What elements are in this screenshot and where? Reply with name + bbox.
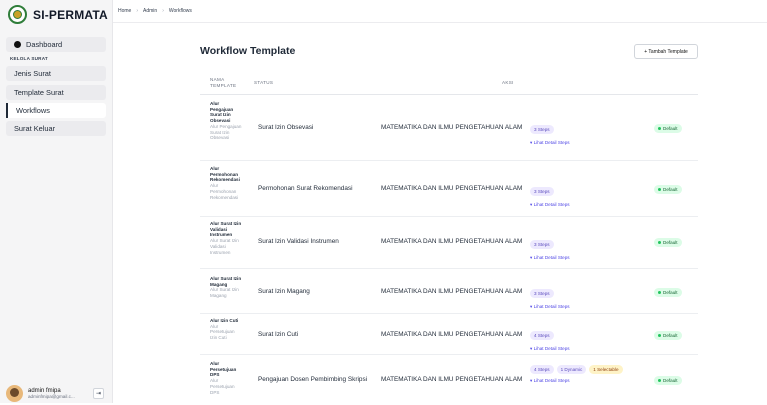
sidebar-item-label: Template Surat [14,88,64,97]
avatar [6,385,23,402]
sidebar-item-template-surat[interactable]: Template Surat [6,85,106,100]
sidebar-item-label: Surat Keluar [14,124,56,133]
breadcrumb-workflows: Workflows [168,8,192,14]
fakultas: MATEMATIKA DAN ILMU PENGETAHUAN ALAM [381,288,523,295]
dashboard-icon [14,41,21,48]
template-title: Alur Persetujuan DPS [210,361,237,378]
view-steps-link[interactable]: ▾ Lihat Detail Steps [530,304,570,310]
steps-cell: 3 Steps ▾ Lihat Detail Steps [530,282,570,310]
template-subtitle: Alur Permohonan Rekomendasi [210,183,239,200]
page-title: Workflow Template [200,45,296,57]
steps-badge: 3 Steps [530,125,554,134]
jenis-surat: Surat Izin Cuti [258,331,299,338]
template-title: Alur Surat Izin Validasi Instrumen [210,221,242,238]
sidebar-item-dashboard[interactable]: Dashboard [6,37,106,52]
status-badge: Default [654,124,682,133]
view-steps-link[interactable]: ▾ Lihat Detail Steps [530,140,570,146]
status-badge: Default [654,288,682,297]
user-profile[interactable]: admin fmipa adminfmipa@gmail.c... ⇥ [6,385,106,402]
template-subtitle: Alur Surat Izin Validasi Instrumen [210,238,239,255]
steps-badge: 3 Steps [530,187,554,196]
logo [8,5,27,24]
sidebar-item-label: Jenis Surat [14,69,51,78]
view-steps-link[interactable]: ▾ Lihat Detail Steps [530,346,570,352]
template-subtitle: Alur Pengajuan Surat Izin Obsevasi [210,123,242,141]
sidebar-item-label: Dashboard [26,40,63,49]
steps-badge: 3 Steps [530,240,554,249]
header-aksi: AKSI [502,80,514,85]
steps-cell: 3 Steps ▾ Lihat Detail Steps [530,233,570,261]
jenis-surat: Surat Izin Validasi Instrumen [258,238,339,245]
steps-badge: 3 Steps [530,289,554,298]
template-subtitle: Alur Surat Izin Magang [210,287,239,299]
workflow-table: NAMA TEMPLATE STATUS AKSI Alur Pengajuan… [200,71,698,405]
header-nama-template: NAMA TEMPLATE [210,77,237,88]
template-title: Alur Surat Izin Magang [210,276,242,287]
status-badge: Default [654,376,682,385]
brand[interactable]: SI-PERMATA [8,5,108,24]
section-label: KELOLA SURAT [10,56,48,61]
brand-name: SI-PERMATA [33,7,108,22]
steps-badge: 4 Steps [530,365,554,374]
template-title: Alur Pengajuan Surat Izin Obsevasi [210,101,234,124]
fakultas: MATEMATIKA DAN ILMU PENGETAHUAN ALAM [381,124,523,131]
table-row: Alur Surat Izin Magang Alur Surat Izin Ma… [200,269,698,314]
chevron-right-icon: › [162,8,164,14]
fakultas: MATEMATIKA DAN ILMU PENGETAHUAN ALAM [381,238,523,245]
status-badge: Default [654,238,682,247]
steps-cell: 3 Steps ▾ Lihat Detail Steps [530,180,570,208]
steps-cell: 4 Steps ▾ Lihat Detail Steps [530,324,570,352]
fakultas: MATEMATIKA DAN ILMU PENGETAHUAN ALAM [381,376,523,383]
template-subtitle: Alur Persetujuan DPS [210,378,235,395]
view-steps-link[interactable]: ▾ Lihat Detail Steps [530,202,570,208]
status-badge: Default [654,331,682,340]
sidebar-item-label: Workflows [16,106,50,115]
table-row: Alur Persetujuan DPS Alur Persetujuan DPS… [200,355,698,405]
steps-badge: 4 Steps [530,331,554,340]
table-row: Alur Permohonan Rekomendasi Alur Permohon… [200,161,698,217]
user-email: adminfmipa@gmail.c... [28,393,75,399]
chevron-right-icon: › [136,8,139,14]
template-title: Alur Izin Cuti [210,318,239,323]
table-row: Alur Surat Izin Validasi Instrumen Alur S… [200,217,698,269]
jenis-surat: Permohonan Surat Rekomendasi [258,185,353,192]
jenis-surat: Surat Izin Magang [258,288,310,295]
add-template-button[interactable]: + Tambah Template [634,44,698,59]
sidebar-item-workflows[interactable]: Workflows [6,103,106,118]
template-subtitle: Alur Persetujuan Izin Cuti [210,323,235,341]
selectable-badge: 1 Selectable [589,365,623,374]
steps-cell: 3 Steps ▾ Lihat Detail Steps [530,118,570,146]
table-header: NAMA TEMPLATE STATUS AKSI [200,71,698,95]
fakultas: MATEMATIKA DAN ILMU PENGETAHUAN ALAM [381,185,523,192]
breadcrumb-home[interactable]: Home [118,8,131,14]
jenis-surat: Surat Izin Obsevasi [258,124,314,131]
sidebar-item-jenis-surat[interactable]: Jenis Surat [6,66,106,81]
header-status: STATUS [254,80,274,85]
logout-icon[interactable]: ⇥ [93,388,104,399]
breadcrumb-admin[interactable]: Admin [143,8,157,14]
table-row: Alur Pengajuan Surat Izin Obsevasi Alur P… [200,95,698,161]
fakultas: MATEMATIKA DAN ILMU PENGETAHUAN ALAM [381,331,523,338]
view-steps-link[interactable]: ▾ Lihat Detail Steps [530,378,623,384]
table-row: Alur Izin Cuti Alur Persetujuan Izin Cuti… [200,314,698,355]
jenis-surat: Pengajuan Dosen Pembimbing Skripsi [258,376,368,383]
breadcrumb: Home › Admin › Workflows [113,0,767,23]
template-title: Alur Permohonan Rekomendasi [210,166,240,183]
view-steps-link[interactable]: ▾ Lihat Detail Steps [530,255,570,261]
steps-cell: 4 Steps 1 Dynamic 1 Selectable ▾ Lihat D… [530,365,623,384]
status-badge: Default [654,185,682,194]
dynamic-badge: 1 Dynamic [556,365,587,374]
sidebar: SI-PERMATA Dashboard KELOLA SURAT Jenis … [0,0,113,403]
sidebar-item-surat-keluar[interactable]: Surat Keluar [6,121,106,136]
